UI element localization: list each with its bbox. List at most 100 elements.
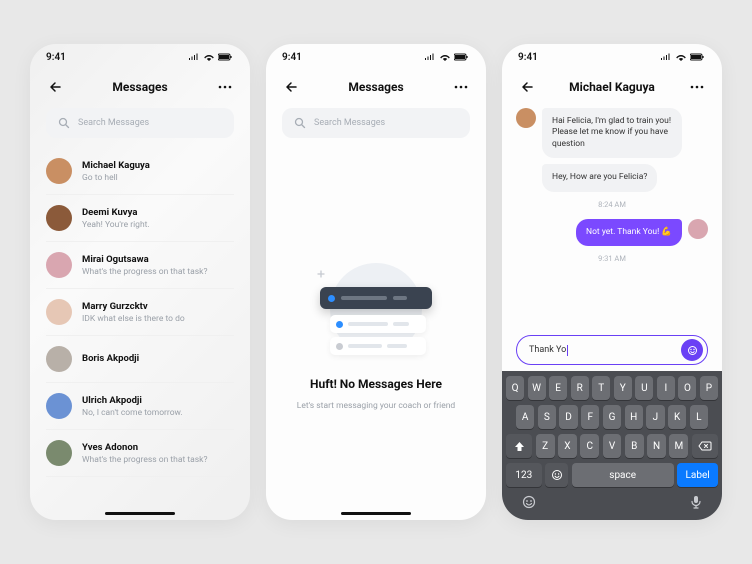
empty-illustration: [316, 257, 436, 367]
empty-title: Huft! No Messages Here: [310, 377, 442, 391]
conversation-item[interactable]: Marry Gurzcktv IDK what else is there to…: [46, 289, 234, 336]
status-bar: 9:41: [30, 44, 250, 70]
bubble-in: Hai Felicia, I'm glad to train you! Plea…: [542, 108, 682, 158]
key-d[interactable]: D: [559, 405, 577, 429]
status-bar: 9:41: [266, 44, 486, 70]
key-i[interactable]: I: [657, 376, 675, 400]
numeric-key[interactable]: 123: [506, 463, 542, 487]
contact-name: Michael Kaguya: [82, 160, 150, 171]
key-q[interactable]: Q: [506, 376, 524, 400]
search-input[interactable]: Search Messages: [46, 108, 234, 138]
key-h[interactable]: H: [625, 405, 643, 429]
mic-icon[interactable]: [690, 495, 702, 512]
key-o[interactable]: O: [678, 376, 696, 400]
empty-state: Huft! No Messages Here Let's start messa…: [266, 148, 486, 520]
key-y[interactable]: Y: [614, 376, 632, 400]
timestamp: 9:31 AM: [516, 254, 708, 263]
contact-name: Marry Gurzcktv: [82, 301, 185, 312]
contact-name: Deemi Kuvya: [82, 207, 150, 218]
message-preview: What's the progress on that task?: [82, 455, 207, 465]
status-icons: [424, 53, 470, 61]
contact-name: Mirai Ogutsawa: [82, 254, 207, 265]
status-icons: [660, 53, 706, 61]
status-time: 9:41: [46, 52, 66, 63]
key-k[interactable]: K: [668, 405, 686, 429]
page-title: Messages: [112, 80, 167, 94]
contact-name: Yves Adonon: [82, 442, 207, 453]
message-preview: IDK what else is there to do: [82, 314, 185, 324]
message-in: Hai Felicia, I'm glad to train you! Plea…: [516, 108, 708, 158]
header: Messages: [30, 70, 250, 108]
conversation-item[interactable]: Ulrich Akpodji No, I can't come tomorrow…: [46, 383, 234, 430]
message-preview: What's the progress on that task?: [82, 267, 207, 277]
status-time: 9:41: [518, 52, 538, 63]
avatar: [688, 219, 708, 239]
chat-screen: 9:41 Michael Kaguya Hai Felicia, I'm gla…: [502, 44, 722, 520]
key-r[interactable]: R: [571, 376, 589, 400]
avatar: [46, 299, 72, 325]
key-w[interactable]: W: [528, 376, 546, 400]
back-button[interactable]: [46, 78, 64, 96]
shift-key[interactable]: [506, 434, 532, 458]
more-button[interactable]: [216, 78, 234, 96]
key-l[interactable]: L: [690, 405, 708, 429]
key-s[interactable]: S: [538, 405, 556, 429]
key-v[interactable]: V: [603, 434, 622, 458]
conversation-item[interactable]: Yves Adonon What's the progress on that …: [46, 430, 234, 477]
search-input[interactable]: Search Messages: [282, 108, 470, 138]
backspace-key[interactable]: [692, 434, 718, 458]
conversation-item[interactable]: Michael Kaguya Go to hell: [46, 148, 234, 195]
key-j[interactable]: J: [646, 405, 664, 429]
send-button[interactable]: [681, 339, 703, 361]
avatar: [46, 158, 72, 184]
emoji-footer-icon[interactable]: [522, 495, 536, 512]
more-button[interactable]: [688, 78, 706, 96]
home-indicator[interactable]: [105, 512, 175, 515]
conversation-list: Michael Kaguya Go to hell Deemi Kuvya Ye…: [30, 148, 250, 520]
emoji-key[interactable]: [545, 463, 568, 487]
key-m[interactable]: M: [669, 434, 688, 458]
key-b[interactable]: B: [625, 434, 644, 458]
avatar: [46, 393, 72, 419]
message-preview: No, I can't come tomorrow.: [82, 408, 183, 418]
message-preview: Go to hell: [82, 173, 150, 183]
keyboard: QWERTYUIOP ASDFGHJKL ZXCVBNM 123 space L…: [502, 371, 722, 520]
search-icon: [294, 117, 306, 129]
space-key[interactable]: space: [572, 463, 674, 487]
search-placeholder: Search Messages: [78, 118, 149, 128]
key-a[interactable]: A: [516, 405, 534, 429]
key-c[interactable]: C: [580, 434, 599, 458]
back-button[interactable]: [518, 78, 536, 96]
key-x[interactable]: X: [558, 434, 577, 458]
message-preview: Yeah! You're right.: [82, 220, 150, 230]
home-indicator[interactable]: [341, 512, 411, 515]
chat-body: Hai Felicia, I'm glad to train you! Plea…: [502, 108, 722, 333]
search-placeholder: Search Messages: [314, 118, 385, 128]
empty-subtitle: Let's start messaging your coach or frie…: [297, 401, 455, 411]
avatar: [46, 440, 72, 466]
conversation-item[interactable]: Deemi Kuvya Yeah! You're right.: [46, 195, 234, 242]
contact-name: Boris Akpodji: [82, 353, 139, 364]
key-n[interactable]: N: [647, 434, 666, 458]
messages-list-screen: 9:41 Messages Search Messages Michael Ka…: [30, 44, 250, 520]
key-u[interactable]: U: [635, 376, 653, 400]
avatar: [46, 252, 72, 278]
more-button[interactable]: [452, 78, 470, 96]
messages-empty-screen: 9:41 Messages Search Messages Huft! No M…: [266, 44, 486, 520]
search-icon: [58, 117, 70, 129]
key-z[interactable]: Z: [536, 434, 555, 458]
compose-text: Thank Yo: [529, 345, 673, 356]
conversation-item[interactable]: Mirai Ogutsawa What's the progress on th…: [46, 242, 234, 289]
return-key[interactable]: Label: [677, 463, 718, 487]
back-button[interactable]: [282, 78, 300, 96]
status-icons: [188, 53, 234, 61]
key-g[interactable]: G: [603, 405, 621, 429]
conversation-item[interactable]: Boris Akpodji: [46, 336, 234, 383]
timestamp: 8:24 AM: [516, 200, 708, 209]
key-e[interactable]: E: [549, 376, 567, 400]
key-t[interactable]: T: [592, 376, 610, 400]
key-p[interactable]: P: [700, 376, 718, 400]
key-f[interactable]: F: [581, 405, 599, 429]
compose-input[interactable]: Thank Yo: [516, 335, 708, 365]
avatar: [46, 205, 72, 231]
